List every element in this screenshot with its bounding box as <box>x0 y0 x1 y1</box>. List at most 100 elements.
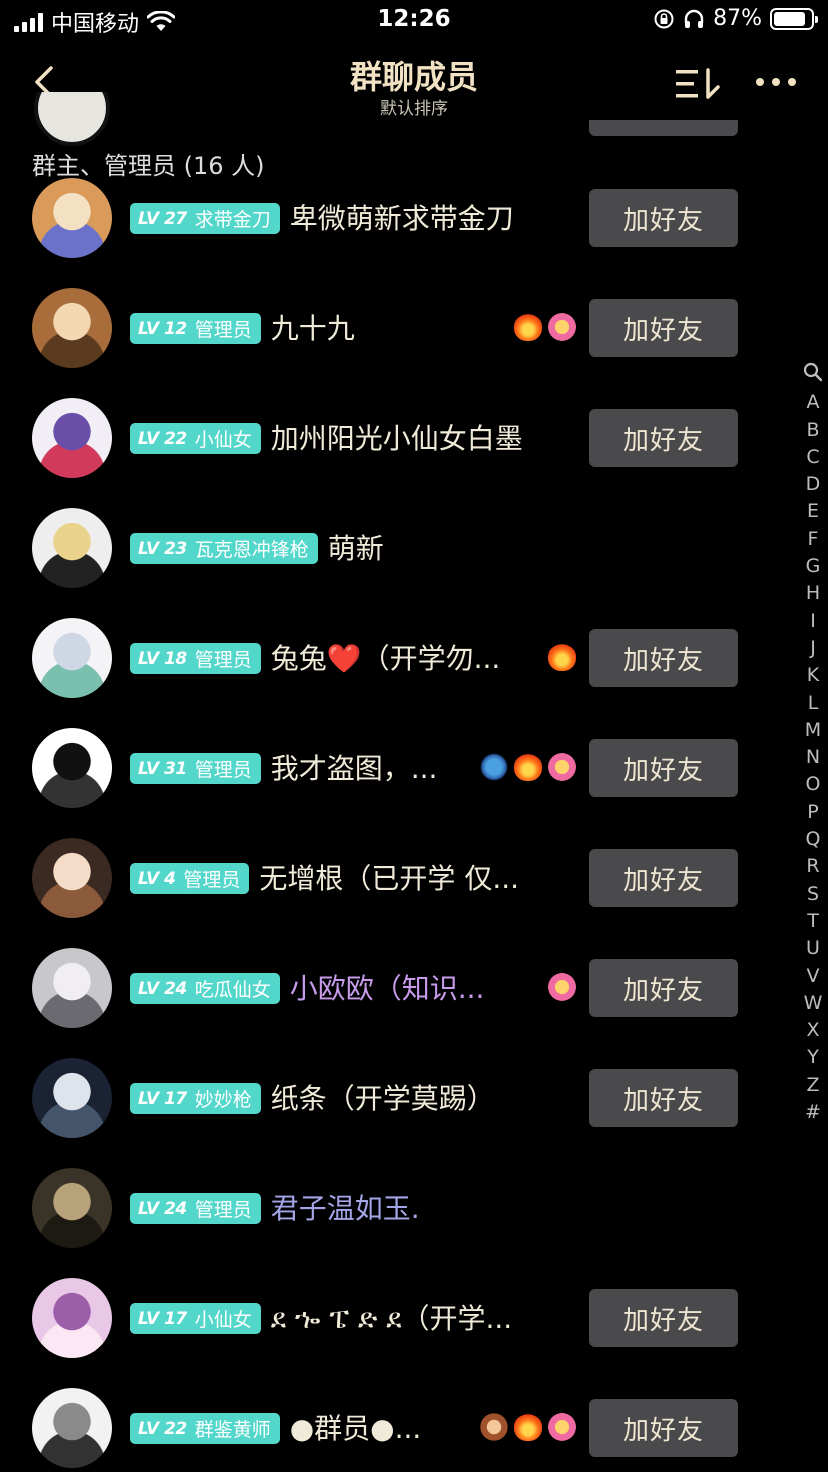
member-avatar[interactable] <box>32 288 112 368</box>
index-letter[interactable]: A <box>798 389 828 416</box>
member-avatar[interactable] <box>32 1058 112 1138</box>
index-letter[interactable]: B <box>798 417 828 444</box>
member-avatar[interactable] <box>32 1388 112 1468</box>
add-friend-button[interactable]: 加好友 <box>589 1289 738 1347</box>
member-row[interactable]: LV 31 管理员 我才盗图，... 加好友 <box>0 713 828 823</box>
index-letter[interactable]: S <box>798 881 828 908</box>
index-letter[interactable]: W <box>798 990 828 1017</box>
member-medals <box>548 973 576 1001</box>
flower-icon <box>548 973 576 1001</box>
level-badge: LV 24 管理员 <box>130 1193 261 1224</box>
add-friend-button[interactable]: 加好友 <box>589 1399 738 1457</box>
member-name: 君子温如玉. <box>270 1192 420 1225</box>
member-avatar[interactable] <box>32 1278 112 1358</box>
index-letter[interactable]: H <box>798 580 828 607</box>
index-letter[interactable]: O <box>798 771 828 798</box>
index-letter[interactable]: Q <box>798 826 828 853</box>
member-name: 纸条（开学莫踢） <box>270 1082 495 1115</box>
member-row[interactable]: LV 22 群鉴黄师 ●群员●... 加好友 <box>0 1373 828 1472</box>
member-avatar[interactable] <box>32 838 112 918</box>
rotation-lock-icon <box>654 9 674 28</box>
level-number: LV 22 <box>138 428 187 449</box>
member-avatar[interactable] <box>32 178 112 258</box>
index-search-icon[interactable] <box>798 362 828 389</box>
add-friend-button[interactable]: 加好友 <box>589 629 738 687</box>
flower-icon <box>548 753 576 781</box>
partial-add-friend-button[interactable] <box>589 120 738 136</box>
nav-bar: 群聊成员 默认排序 <box>0 44 828 120</box>
sort-icon[interactable] <box>674 66 722 102</box>
add-friend-button[interactable]: 加好友 <box>589 739 738 797</box>
add-friend-button[interactable]: 加好友 <box>589 1069 738 1127</box>
index-letter[interactable]: U <box>798 935 828 962</box>
member-avatar[interactable] <box>32 728 112 808</box>
level-number: LV 12 <box>138 318 187 339</box>
member-medals <box>480 753 576 781</box>
index-letter[interactable]: P <box>798 799 828 826</box>
member-row[interactable]: LV 18 管理员 兔兔❤️（开学勿... 加好友 <box>0 603 828 713</box>
index-letter[interactable]: # <box>798 1099 828 1126</box>
member-medals <box>480 1413 576 1441</box>
monkey-icon <box>480 1413 508 1441</box>
index-letter[interactable]: C <box>798 444 828 471</box>
index-letter[interactable]: X <box>798 1017 828 1044</box>
index-letter[interactable]: N <box>798 744 828 771</box>
index-letter[interactable]: K <box>798 662 828 689</box>
member-avatar[interactable] <box>32 948 112 1028</box>
member-name: ●群员●... <box>289 1412 422 1445</box>
add-friend-button[interactable]: 加好友 <box>589 409 738 467</box>
level-number: LV 27 <box>138 208 187 229</box>
index-letter[interactable]: Y <box>798 1044 828 1071</box>
member-row[interactable]: LV 24 管理员 君子温如玉. <box>0 1153 828 1263</box>
index-letter[interactable]: J <box>798 635 828 662</box>
index-letter[interactable]: R <box>798 853 828 880</box>
level-badge: LV 12 管理员 <box>130 313 261 344</box>
level-number: LV 22 <box>138 1418 187 1439</box>
index-letter[interactable]: I <box>798 608 828 635</box>
member-title: 吃瓜仙女 <box>194 979 271 1001</box>
member-row[interactable]: LV 17 妙妙枪 纸条（开学莫踢） 加好友 <box>0 1043 828 1153</box>
index-letter[interactable]: Z <box>798 1072 828 1099</box>
add-friend-button[interactable]: 加好友 <box>589 299 738 357</box>
member-title: 小仙女 <box>194 429 252 451</box>
index-letter[interactable]: G <box>798 553 828 580</box>
member-title: 小仙女 <box>194 1309 252 1331</box>
headphones-icon <box>684 9 704 28</box>
member-medals <box>514 313 576 341</box>
index-letter[interactable]: E <box>798 498 828 525</box>
member-row[interactable]: LV 4 管理员 无增根（已开学 仅... 加好友 <box>0 823 828 933</box>
member-name: 小欧欧（知识... <box>289 972 485 1005</box>
member-row[interactable]: LV 12 管理员 九十九 加好友 <box>0 273 828 383</box>
member-row[interactable]: LV 17 小仙女 ደ ኈ ፔ ድ ደ（开学... 加好友 <box>0 1263 828 1373</box>
index-letter[interactable]: D <box>798 471 828 498</box>
add-friend-button[interactable]: 加好友 <box>589 849 738 907</box>
alphabet-index[interactable]: A B C D E F G H I J K L M N O P Q R S T U V W X Y Z # <box>798 362 828 1126</box>
index-letter[interactable]: T <box>798 908 828 935</box>
flower-icon <box>548 313 576 341</box>
member-name: 无增根（已开学 仅... <box>259 862 520 895</box>
add-friend-button[interactable]: 加好友 <box>589 189 738 247</box>
index-letter[interactable]: F <box>798 526 828 553</box>
member-avatar[interactable] <box>32 398 112 478</box>
member-avatar[interactable] <box>32 1168 112 1248</box>
member-avatar[interactable] <box>32 618 112 698</box>
level-badge: LV 22 小仙女 <box>130 423 261 454</box>
add-friend-button[interactable]: 加好友 <box>589 959 738 1017</box>
member-row[interactable]: LV 27 求带金刀 卑微萌新求带金刀 加好友 <box>0 163 828 273</box>
dragon-icon <box>480 753 508 781</box>
member-avatar[interactable] <box>32 508 112 588</box>
member-title: 管理员 <box>194 319 252 341</box>
index-letter[interactable]: V <box>798 963 828 990</box>
member-name: 我才盗图，... <box>270 752 438 785</box>
member-list: LV 27 求带金刀 卑微萌新求带金刀 加好友 LV 12 管理员 九十九 加好友 LV 22 小… <box>0 163 828 1472</box>
member-row[interactable]: LV 24 吃瓜仙女 小欧欧（知识... 加好友 <box>0 933 828 1043</box>
member-row[interactable]: LV 22 小仙女 加州阳光小仙女白墨 加好友 <box>0 383 828 493</box>
fire-icon <box>548 643 576 671</box>
more-icon[interactable] <box>754 72 798 92</box>
member-row[interactable]: LV 23 瓦克恩冲锋枪 萌新 <box>0 493 828 603</box>
level-badge: LV 31 管理员 <box>130 753 261 784</box>
index-letter[interactable]: M <box>798 717 828 744</box>
index-letter[interactable]: L <box>798 690 828 717</box>
partial-avatar[interactable] <box>34 92 110 146</box>
level-number: LV 17 <box>138 1088 187 1109</box>
